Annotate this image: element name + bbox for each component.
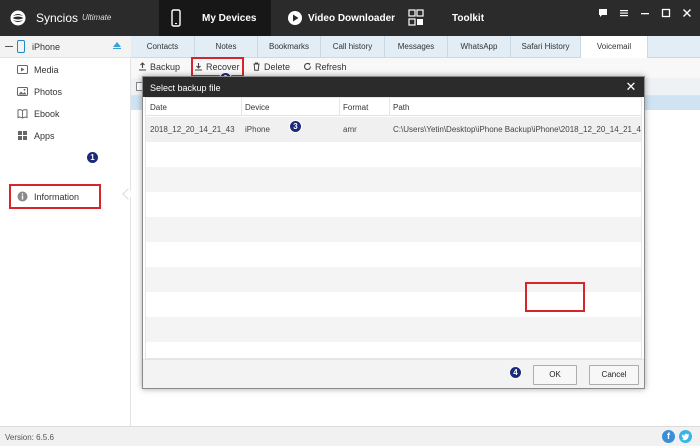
photos-icon [17,87,28,96]
tab-voicemail[interactable]: Voicemail [581,36,648,58]
table-header: Date Device Format Path [146,98,641,116]
menu-icon[interactable] [617,6,631,20]
nav-tab-label: My Devices [202,12,257,24]
ok-button[interactable]: OK [533,365,577,385]
dialog-title: Select backup file [150,83,221,93]
sidebar-item-label: Apps [34,131,55,141]
play-icon [288,11,302,25]
minimize-icon[interactable] [638,6,652,20]
backup-label: Backup [150,62,181,72]
nav-tab-label: Video Downloader [308,12,396,24]
column-header-path[interactable]: Path [393,103,409,112]
column-divider [389,98,390,116]
nav-tab-video-downloader[interactable]: Video Downloader [281,0,399,36]
facebook-icon[interactable]: f [662,430,675,443]
ok-highlight [525,282,585,312]
cell-path: C:\Users\Yetin\Desktop\iPhone Backup\iPh… [393,125,642,134]
refresh-label: Refresh [315,62,347,72]
sidebar-item-label: Media [34,65,59,75]
app-edition: Ultimate [82,13,112,22]
table-row-empty [146,342,641,358]
message-icon[interactable] [596,6,610,20]
tab-notes[interactable]: Notes [195,36,258,58]
table-row-empty [146,317,641,342]
dialog-close-icon[interactable]: ✕ [624,80,638,94]
close-icon[interactable] [680,6,694,20]
version-label: Version: 6.5.6 [5,433,54,442]
phone-icon [171,9,181,27]
table-row[interactable]: 2018_12_20_14_21_43 iPhone amr C:\Users\… [146,117,642,142]
twitter-icon[interactable] [679,430,692,443]
recover-highlight [191,57,244,77]
dialog-title-bar: Select backup file ✕ [143,77,644,97]
table-row-empty [146,192,641,217]
tab-messages[interactable]: Messages [385,36,448,58]
column-header-format[interactable]: Format [343,103,368,112]
step-marker-3: 3 [289,120,302,133]
table-row-empty [146,242,641,267]
nav-tab-my-devices[interactable]: My Devices [159,0,271,36]
table-row-empty [146,217,641,242]
refresh-icon [303,62,312,70]
trash-icon [253,62,260,71]
tab-bookmarks[interactable]: Bookmarks [258,36,321,58]
cell-format: amr [343,125,357,134]
eject-icon[interactable] [113,42,121,49]
apps-icon [18,131,27,140]
dialog-footer: OK Cancel [143,359,644,388]
media-icon [17,65,28,74]
step-marker-4: 4 [509,366,522,379]
device-header[interactable]: iPhone [0,36,131,58]
cell-date: 2018_12_20_14_21_43 [150,125,235,134]
step-marker-1: 1 [86,151,99,164]
backup-file-table: Date Device Format Path 2018_12_20_14_21… [145,97,642,359]
sidebar-item-photos[interactable]: Photos [0,81,131,103]
refresh-button[interactable]: Refresh [303,62,347,74]
sidebar-item-information[interactable]: Information [0,186,131,208]
toolkit-grid-icon [408,9,424,26]
status-bar: Version: 6.5.6 f [0,426,700,446]
sidebar-item-apps[interactable]: Apps [0,125,131,147]
tab-whatsapp[interactable]: WhatsApp [448,36,511,58]
cell-device: iPhone [245,125,270,134]
cancel-button[interactable]: Cancel [589,365,639,385]
tab-call-history[interactable]: Call history [321,36,385,58]
info-tabs: Contacts Notes Bookmarks Call history Me… [131,36,700,58]
sidebar-item-label: Photos [34,87,63,97]
column-divider [339,98,340,116]
tab-safari-history[interactable]: Safari History [511,36,581,58]
table-row-empty [146,167,641,192]
delete-button[interactable]: Delete [252,62,290,74]
table-row-empty [146,142,641,167]
sidebar-item-media[interactable]: Media [0,59,131,81]
delete-label: Delete [264,62,291,72]
column-header-date[interactable]: Date [150,103,167,112]
info-icon [17,191,28,202]
nav-tab-toolkit[interactable]: Toolkit [401,0,491,36]
sidebar-item-label: Information [34,192,80,202]
select-backup-dialog: Select backup file ✕ Date Device Format … [142,76,645,389]
column-divider [241,98,242,116]
backup-button[interactable]: Backup [138,62,180,74]
iphone-icon [17,40,25,53]
tab-contacts[interactable]: Contacts [131,36,195,58]
device-name: iPhone [32,42,61,52]
sidebar-item-label: Ebook [34,109,60,119]
title-bar: Syncios Ultimate My Devices Video Downlo… [0,0,700,36]
maximize-icon[interactable] [659,6,673,20]
column-header-device[interactable]: Device [245,103,269,112]
collapse-icon[interactable] [5,46,13,47]
backup-icon [139,62,146,71]
sidebar-item-ebook[interactable]: Ebook [0,103,131,125]
ebook-icon [17,109,28,119]
app-name: Syncios [36,11,79,25]
nav-tab-label: Toolkit [452,12,485,24]
sidebar: iPhone Media Photos Ebook Apps Informati… [0,36,134,426]
syncios-logo-icon [10,10,26,26]
